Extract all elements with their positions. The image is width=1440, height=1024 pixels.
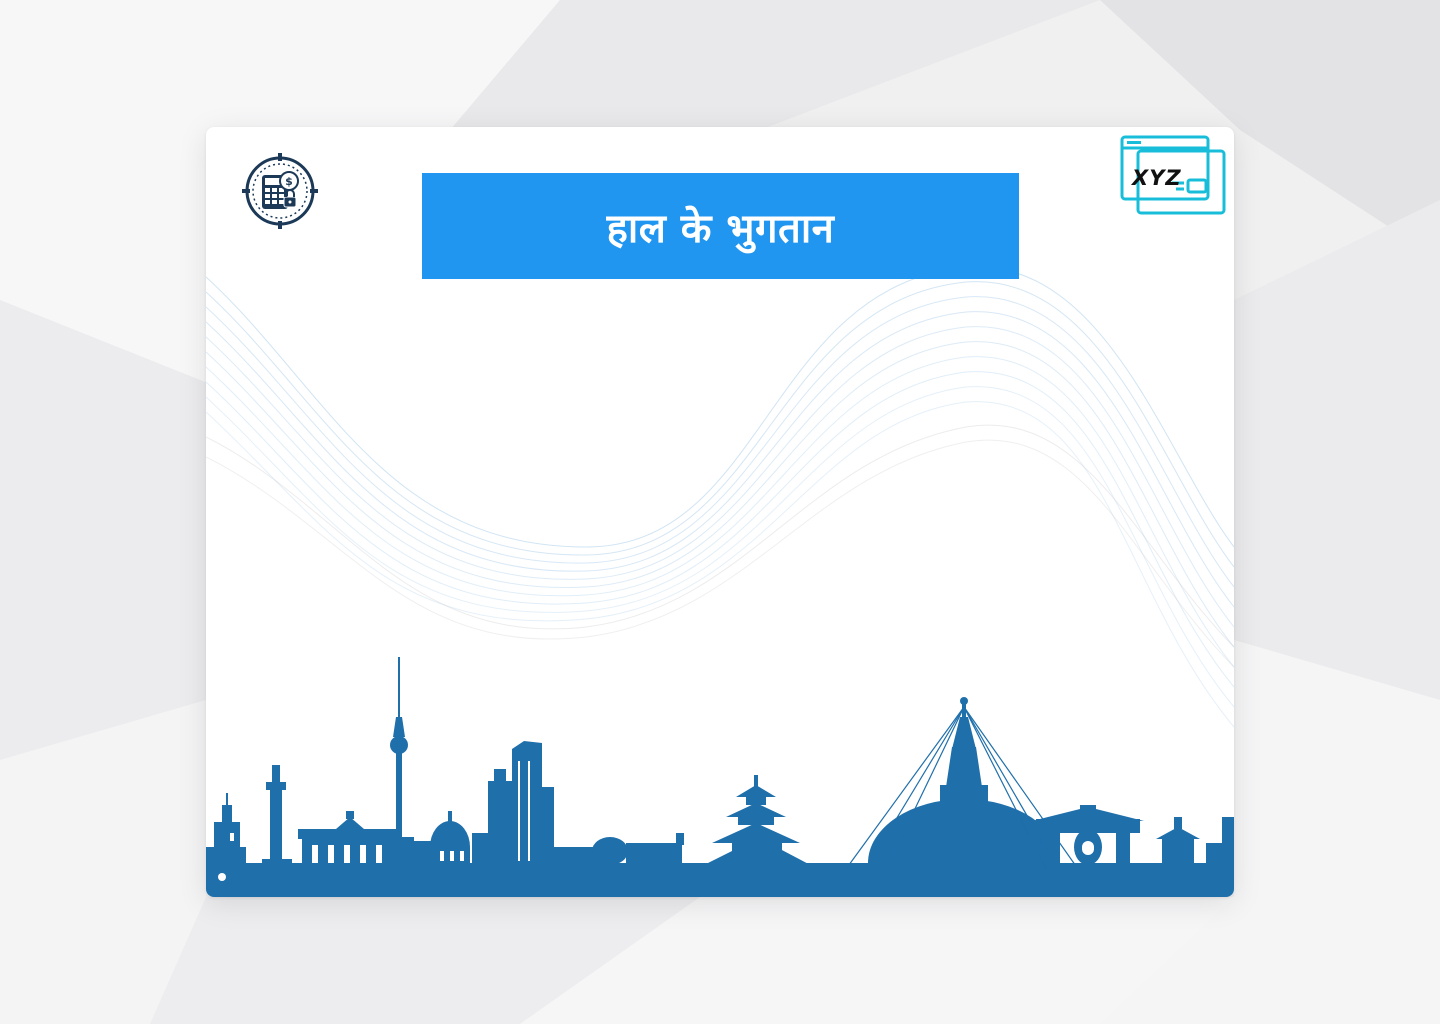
city-skyline-silhouette-icon bbox=[206, 657, 1234, 897]
xyz-logo: XYZ bbox=[1120, 135, 1228, 217]
title-banner: हाल के भुगतान bbox=[422, 173, 1019, 279]
svg-text:$: $ bbox=[285, 175, 293, 188]
content-card: $ हाल के भुगतान XYZ bbox=[206, 127, 1234, 897]
page-title: हाल के भुगतान bbox=[606, 205, 835, 252]
xyz-logo-text: XYZ bbox=[1132, 166, 1182, 190]
calculator-dollar-lock-badge-icon: $ bbox=[242, 153, 318, 229]
